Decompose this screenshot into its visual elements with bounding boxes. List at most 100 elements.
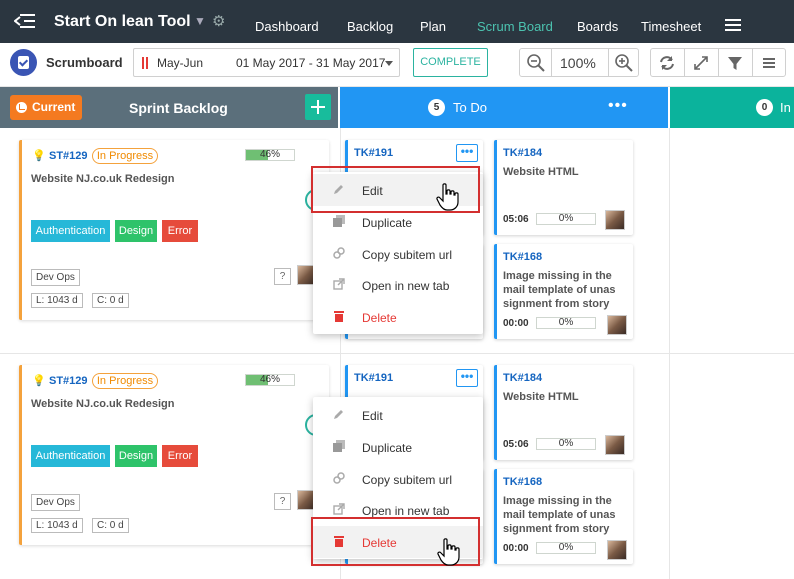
task-title-line: mail template of unas — [503, 509, 616, 521]
menu-item-copy-url[interactable]: Copy subitem url — [313, 238, 483, 270]
pencil-icon — [334, 410, 343, 419]
avatar — [607, 315, 627, 335]
task-id[interactable]: TK#168 — [503, 476, 542, 488]
caret-down-icon — [385, 61, 393, 66]
nav-backlog[interactable]: Backlog — [347, 19, 393, 34]
zoom-level: 100% — [560, 55, 596, 71]
copy-icon — [333, 440, 345, 452]
link-icon — [333, 472, 345, 484]
in-progress-count: 0 — [756, 99, 773, 116]
tag-design: Design — [115, 220, 157, 242]
link-icon — [333, 247, 345, 259]
story-card[interactable]: 💡 ST#129 In Progress 46% Website NJ.co.u… — [19, 365, 329, 545]
chevron-down-icon[interactable]: ▼ — [194, 14, 206, 28]
sprint-select[interactable]: May-Jun 01 May 2017 - 31 May 2017 — [133, 48, 400, 77]
avatar — [605, 210, 625, 230]
sprint-backlog-title: Sprint Backlog — [129, 100, 228, 116]
task-title: Website HTML — [503, 166, 579, 178]
task-title-line: Image missing in the — [503, 495, 612, 507]
tag-authentication: Authentication — [31, 220, 110, 242]
list-menu-icon[interactable] — [758, 52, 780, 74]
nav-dashboard[interactable]: Dashboard — [255, 19, 319, 34]
hand-cursor-icon — [436, 183, 459, 211]
avatar — [607, 540, 627, 560]
team-badge: Dev Ops — [31, 269, 80, 286]
task-id[interactable]: TK#191 — [354, 147, 393, 159]
hamburger-menu-icon[interactable] — [725, 19, 741, 31]
lightbulb-icon: 💡 — [32, 375, 46, 387]
filter-icon[interactable] — [724, 52, 746, 74]
task-id[interactable]: TK#184 — [503, 372, 542, 384]
current-sprint-badge[interactable]: Current — [10, 95, 82, 120]
in-progress-header: 0 In — [670, 87, 794, 128]
task-id[interactable]: TK#168 — [503, 251, 542, 263]
menu-item-edit[interactable]: Edit — [313, 399, 483, 431]
refresh-icon[interactable] — [656, 52, 678, 74]
back-menu-icon[interactable] — [14, 12, 36, 30]
pause-icon — [142, 57, 148, 69]
task-time: 00:00 — [503, 543, 529, 554]
story-id[interactable]: ST#129 — [49, 150, 88, 162]
tag-error: Error — [162, 445, 198, 467]
status-badge: In Progress — [92, 373, 158, 389]
task-card[interactable]: TK#184 Website HTML 05:06 0% — [494, 365, 633, 460]
tag-authentication: Authentication — [31, 445, 110, 467]
external-link-icon — [333, 503, 345, 515]
complete-sprint-button[interactable]: COMPLETE — [413, 48, 488, 77]
scrumboard-icon — [10, 49, 37, 76]
help-badge[interactable]: ? — [274, 493, 291, 510]
task-id[interactable]: TK#191 — [354, 372, 393, 384]
task-time: 00:00 — [503, 318, 529, 329]
board-tools — [650, 48, 786, 77]
story-progress: 46% — [245, 374, 295, 386]
metric-cycle-time: C: 0 d — [92, 518, 129, 533]
row-divider — [0, 353, 794, 354]
todo-header: 5 To Do ••• — [340, 87, 668, 128]
team-badge: Dev Ops — [31, 494, 80, 511]
task-title-line: mail template of unas — [503, 284, 616, 296]
help-badge[interactable]: ? — [274, 268, 291, 285]
more-options-icon[interactable]: ••• — [608, 97, 628, 115]
task-progress: 0% — [536, 542, 596, 554]
task-progress: 0% — [536, 438, 596, 450]
task-title-line: signment from story — [503, 298, 610, 310]
expand-icon[interactable] — [690, 52, 712, 74]
add-story-button[interactable] — [305, 94, 331, 120]
task-card[interactable]: TK#168 Image missing in the mail templat… — [494, 244, 633, 339]
task-card[interactable]: TK#168 Image missing in the mail templat… — [494, 469, 633, 564]
sprint-name: May-Jun — [157, 56, 204, 70]
task-more-button[interactable]: ••• — [456, 369, 478, 387]
task-title-line: signment from story — [503, 523, 610, 535]
metric-lead-time: L: 1043 d — [31, 293, 83, 308]
task-time: 05:06 — [503, 214, 529, 225]
menu-item-duplicate[interactable]: Duplicate — [313, 431, 483, 463]
nav-plan[interactable]: Plan — [420, 19, 446, 34]
zoom-in-icon[interactable] — [613, 52, 635, 74]
zoom-out-icon[interactable] — [525, 52, 547, 74]
todo-label: To Do — [453, 100, 487, 115]
app-title: Start On lean Tool — [54, 13, 191, 30]
menu-item-open-new-tab[interactable]: Open in new tab — [313, 269, 483, 301]
clock-icon — [16, 102, 27, 113]
todo-count: 5 — [428, 99, 445, 116]
menu-item-copy-url[interactable]: Copy subitem url — [313, 463, 483, 495]
copy-icon — [333, 215, 345, 227]
story-card[interactable]: 💡 ST#129 In Progress 46% Website NJ.co.u… — [19, 140, 329, 320]
gear-icon[interactable]: ⚙ — [212, 12, 225, 30]
nav-scrum-board[interactable]: Scrum Board — [477, 19, 553, 34]
task-id[interactable]: TK#184 — [503, 147, 542, 159]
top-nav: Start On lean Tool ▼ ⚙ Dashboard Backlog… — [0, 0, 794, 43]
nav-boards[interactable]: Boards — [577, 19, 618, 34]
task-title: Website HTML — [503, 391, 579, 403]
menu-item-delete[interactable]: Delete — [313, 301, 483, 333]
task-more-button[interactable]: ••• — [456, 144, 478, 162]
tag-design: Design — [115, 445, 157, 467]
task-card[interactable]: TK#184 Website HTML 05:06 0% — [494, 140, 633, 235]
nav-timesheet[interactable]: Timesheet — [641, 19, 701, 34]
story-id[interactable]: ST#129 — [49, 375, 88, 387]
current-badge-label: Current — [32, 100, 76, 114]
avatar — [605, 435, 625, 455]
metric-cycle-time: C: 0 d — [92, 293, 129, 308]
task-time: 05:06 — [503, 439, 529, 450]
story-title: Website NJ.co.uk Redesign — [31, 398, 175, 410]
